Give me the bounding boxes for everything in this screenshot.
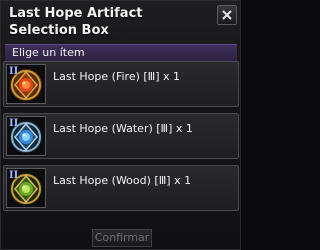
item-icon-frame: II	[6, 168, 46, 208]
item-label: Last Hope (Wood) [Ⅲ] x 1	[53, 174, 192, 187]
list-item-wood[interactable]: II Last Hope (Wood) [Ⅲ] x 1	[3, 165, 239, 211]
tier-badge: II	[9, 66, 19, 77]
item-icon-frame: II	[6, 116, 46, 156]
prompt-bar: Elige un ítem	[5, 44, 237, 62]
prompt-text: Elige un ítem	[12, 46, 85, 59]
tier-badge: II	[9, 118, 19, 129]
tier-badge: II	[9, 170, 19, 181]
close-icon	[222, 10, 232, 20]
item-label: Last Hope (Water) [Ⅲ] x 1	[53, 122, 193, 135]
confirm-button[interactable]: Confirmar	[92, 229, 152, 247]
item-label: Last Hope (Fire) [Ⅲ] x 1	[53, 70, 181, 83]
window-title: Last Hope Artifact Selection Box	[9, 6, 143, 38]
selection-box-window: Last Hope Artifact Selection Box Elige u…	[0, 0, 241, 250]
list-item-water[interactable]: II Last Hope (Water) [Ⅲ] x 1	[3, 113, 239, 159]
list-item-fire[interactable]: II Last Hope (Fire) [Ⅲ] x 1	[3, 61, 239, 107]
close-button[interactable]	[217, 5, 237, 25]
item-icon-frame: II	[6, 64, 46, 104]
